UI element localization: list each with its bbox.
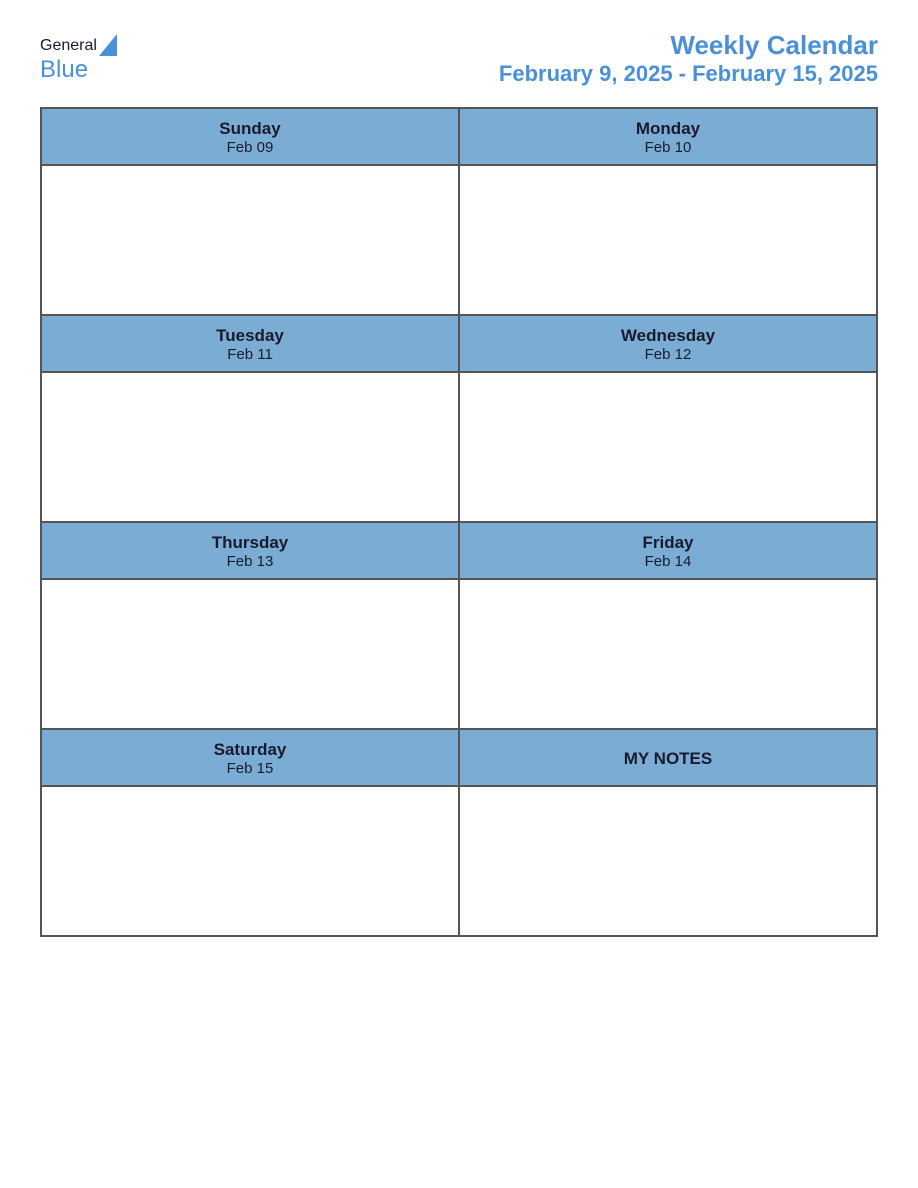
- sunday-body[interactable]: [41, 165, 459, 315]
- friday-body[interactable]: [459, 579, 877, 729]
- friday-header: Friday Feb 14: [459, 522, 877, 579]
- notes-body[interactable]: [459, 786, 877, 936]
- saturday-body[interactable]: [41, 786, 459, 936]
- calendar-title-block: Weekly Calendar February 9, 2025 - Febru…: [499, 30, 878, 87]
- my-notes-label: MY NOTES: [624, 749, 712, 769]
- saturday-date: Feb 15: [47, 760, 453, 777]
- calendar-subtitle: February 9, 2025 - February 15, 2025: [499, 61, 878, 87]
- saturday-header: Saturday Feb 15: [41, 729, 459, 786]
- thursday-date: Feb 13: [47, 553, 453, 570]
- tuesday-body[interactable]: [41, 372, 459, 522]
- calendar-title: Weekly Calendar: [499, 30, 878, 61]
- logo-text-blue: Blue: [40, 56, 88, 84]
- calendar-header-row-4: Saturday Feb 15 MY NOTES: [41, 729, 877, 786]
- wednesday-header: Wednesday Feb 12: [459, 315, 877, 372]
- wednesday-date: Feb 12: [465, 346, 871, 363]
- calendar-body-row-3: [41, 579, 877, 729]
- sunday-header: Sunday Feb 09: [41, 108, 459, 165]
- monday-name: Monday: [465, 119, 871, 139]
- friday-name: Friday: [465, 533, 871, 553]
- sunday-name: Sunday: [47, 119, 453, 139]
- my-notes-header: MY NOTES: [459, 729, 877, 786]
- sunday-date: Feb 09: [47, 139, 453, 156]
- tuesday-date: Feb 11: [47, 346, 453, 363]
- wednesday-name: Wednesday: [465, 326, 871, 346]
- calendar-header-row-2: Tuesday Feb 11 Wednesday Feb 12: [41, 315, 877, 372]
- logo-text-general: General: [40, 37, 97, 55]
- calendar-body-row-4: [41, 786, 877, 936]
- logo: General Blue: [40, 34, 119, 84]
- thursday-header: Thursday Feb 13: [41, 522, 459, 579]
- monday-body[interactable]: [459, 165, 877, 315]
- logo-triangle-icon: [99, 34, 117, 56]
- tuesday-name: Tuesday: [47, 326, 453, 346]
- calendar-body-row-2: [41, 372, 877, 522]
- monday-date: Feb 10: [465, 139, 871, 156]
- calendar-body-row-1: [41, 165, 877, 315]
- calendar-header-row-3: Thursday Feb 13 Friday Feb 14: [41, 522, 877, 579]
- friday-date: Feb 14: [465, 553, 871, 570]
- calendar-grid: Sunday Feb 09 Monday Feb 10 Tuesday Feb …: [40, 107, 878, 937]
- page-header: General Blue Weekly Calendar February 9,…: [40, 30, 878, 87]
- monday-header: Monday Feb 10: [459, 108, 877, 165]
- calendar-header-row-1: Sunday Feb 09 Monday Feb 10: [41, 108, 877, 165]
- saturday-name: Saturday: [47, 740, 453, 760]
- thursday-name: Thursday: [47, 533, 453, 553]
- thursday-body[interactable]: [41, 579, 459, 729]
- wednesday-body[interactable]: [459, 372, 877, 522]
- tuesday-header: Tuesday Feb 11: [41, 315, 459, 372]
